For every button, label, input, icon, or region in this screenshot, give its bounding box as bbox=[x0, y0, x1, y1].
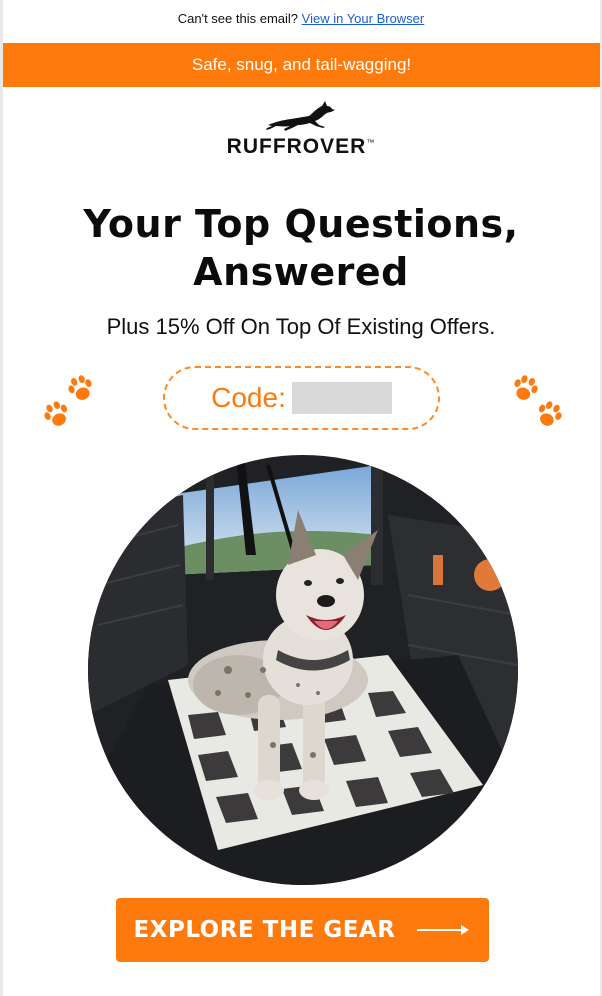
headline-line-2: Answered bbox=[193, 250, 409, 294]
headline-line-1: Your Top Questions, bbox=[83, 202, 519, 246]
paw-icon bbox=[538, 401, 562, 426]
dog-on-seat-cover-illustration bbox=[88, 455, 518, 885]
brand-logo[interactable]: RUFFROVER™ bbox=[0, 100, 602, 162]
preheader: Can't see this email? View in Your Brows… bbox=[0, 11, 602, 26]
banner-text: Safe, snug, and tail-wagging! bbox=[191, 55, 412, 74]
offer-subline: Plus 15% Off On Top Of Existing Offers. bbox=[106, 314, 496, 339]
code-label: Code: bbox=[211, 382, 286, 413]
arrow-right-icon bbox=[417, 925, 470, 935]
headline: Your Top Questions, Answered bbox=[0, 200, 602, 296]
cta-label: EXPLORE THE GEAR bbox=[133, 917, 396, 943]
paw-icon bbox=[44, 401, 68, 426]
promo-banner: Safe, snug, and tail-wagging! bbox=[3, 43, 600, 87]
hero-dog-photo[interactable] bbox=[88, 455, 518, 885]
view-in-browser-link[interactable]: View in Your Browser bbox=[302, 11, 425, 26]
preheader-text: Can't see this email? bbox=[177, 11, 299, 26]
explore-gear-button[interactable]: EXPLORE THE GEAR bbox=[116, 898, 489, 962]
logo-wordmark: RUFFROVER™ bbox=[226, 135, 376, 158]
promo-code-box[interactable]: Code: bbox=[163, 366, 440, 430]
redacted-code bbox=[291, 382, 392, 414]
running-dog-logo-icon bbox=[266, 101, 335, 131]
